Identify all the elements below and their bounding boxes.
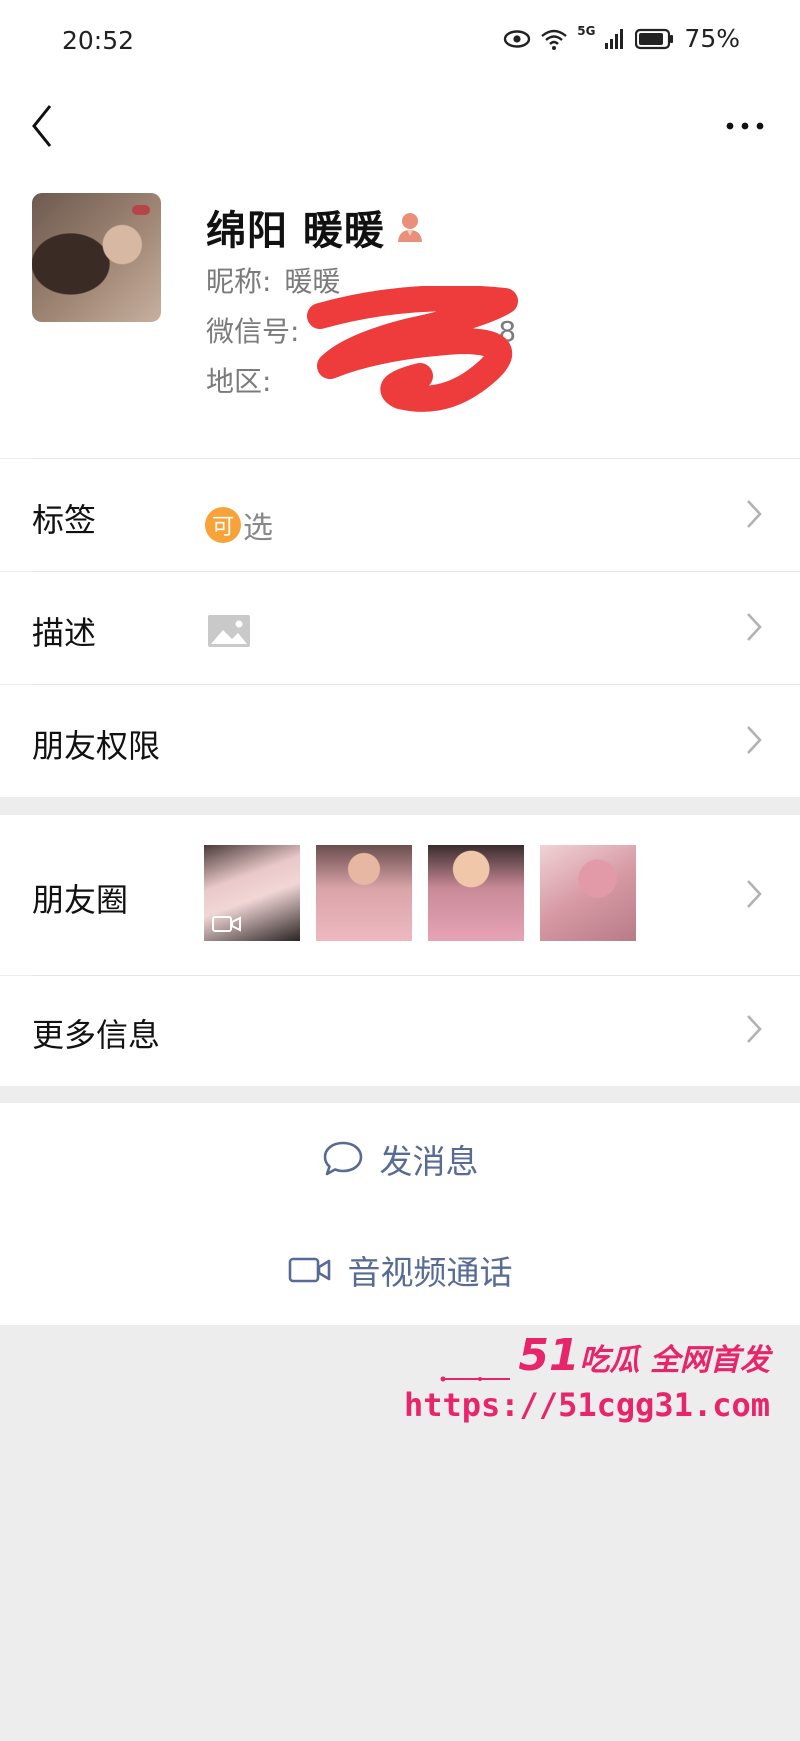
status-time: 20:52 — [62, 26, 135, 55]
name-row: 绵阳 暖暖 — [206, 198, 425, 256]
moment-thumbnail[interactable] — [428, 845, 524, 941]
watermark-number: 51 — [518, 1330, 580, 1381]
permissions-label: 朋友权限 — [32, 727, 161, 765]
female-icon — [397, 213, 422, 242]
send-message-label: 发消息 — [379, 1142, 479, 1181]
tags-value: 可 选 — [205, 503, 273, 547]
status-icons: 5G 75% — [503, 24, 740, 53]
avatar[interactable] — [32, 193, 161, 322]
tags-value-text: 选 — [243, 511, 273, 546]
tags-label: 标签 — [32, 501, 97, 539]
display-name: 绵阳 暖暖 — [206, 208, 385, 254]
more-icon[interactable] — [720, 106, 770, 146]
chat-bubble-icon — [323, 1141, 362, 1176]
moment-thumbnail[interactable] — [204, 845, 300, 941]
back-icon[interactable] — [22, 96, 62, 156]
chevron-right-icon — [747, 880, 762, 908]
tag-badge-icon: 可 — [205, 507, 241, 543]
image-icon — [208, 615, 250, 647]
send-message-button[interactable]: 发消息 — [0, 1103, 800, 1215]
description-row[interactable]: 描述 — [0, 572, 800, 684]
circuit-line-decoration — [440, 1376, 510, 1382]
watermark-text: 吃瓜 全网首发 — [579, 1343, 770, 1378]
redaction-scribble — [307, 286, 518, 412]
region-label: 地区: — [206, 365, 272, 398]
more-info-row[interactable]: 更多信息 — [0, 976, 800, 1086]
moment-thumbnail[interactable] — [540, 845, 636, 941]
moments-label: 朋友圈 — [32, 881, 129, 919]
wechat-id-label: 微信号: — [206, 315, 300, 348]
battery-icon — [635, 28, 674, 49]
region-line: 地区: — [206, 360, 275, 400]
watermark: 51吃瓜 全网首发 https://51cgg31.com — [404, 1330, 770, 1430]
battery-percent: 75% — [684, 24, 740, 53]
moment-thumbnail[interactable] — [316, 845, 412, 941]
more-info-label: 更多信息 — [32, 1016, 161, 1054]
video-camera-icon — [288, 1257, 330, 1283]
wifi-icon — [541, 29, 567, 50]
video-call-label: 音视频通话 — [347, 1253, 513, 1292]
watermark-brand: 51吃瓜 全网首发 — [518, 1330, 770, 1381]
network-type: 5G — [577, 24, 596, 38]
permissions-row[interactable]: 朋友权限 — [0, 685, 800, 797]
chevron-right-icon — [747, 613, 762, 641]
eye-icon — [504, 29, 531, 48]
chevron-right-icon — [747, 1015, 762, 1043]
video-icon — [212, 916, 241, 932]
moments-row[interactable]: 朋友圈 — [0, 815, 800, 975]
video-call-button[interactable]: 音视频通话 — [0, 1215, 800, 1325]
tags-row[interactable]: 标签 可 选 — [0, 459, 800, 571]
chevron-right-icon — [747, 500, 762, 528]
status-bar: 20:52 5G 75% — [0, 0, 800, 84]
watermark-url: https://51cgg31.com — [403, 1386, 770, 1424]
signal-icon — [605, 28, 624, 49]
moments-thumbnails — [204, 845, 636, 941]
nickname-label: 昵称: — [206, 265, 272, 298]
description-label: 描述 — [32, 614, 97, 652]
nav-bar — [0, 84, 800, 180]
chevron-right-icon — [747, 726, 762, 754]
